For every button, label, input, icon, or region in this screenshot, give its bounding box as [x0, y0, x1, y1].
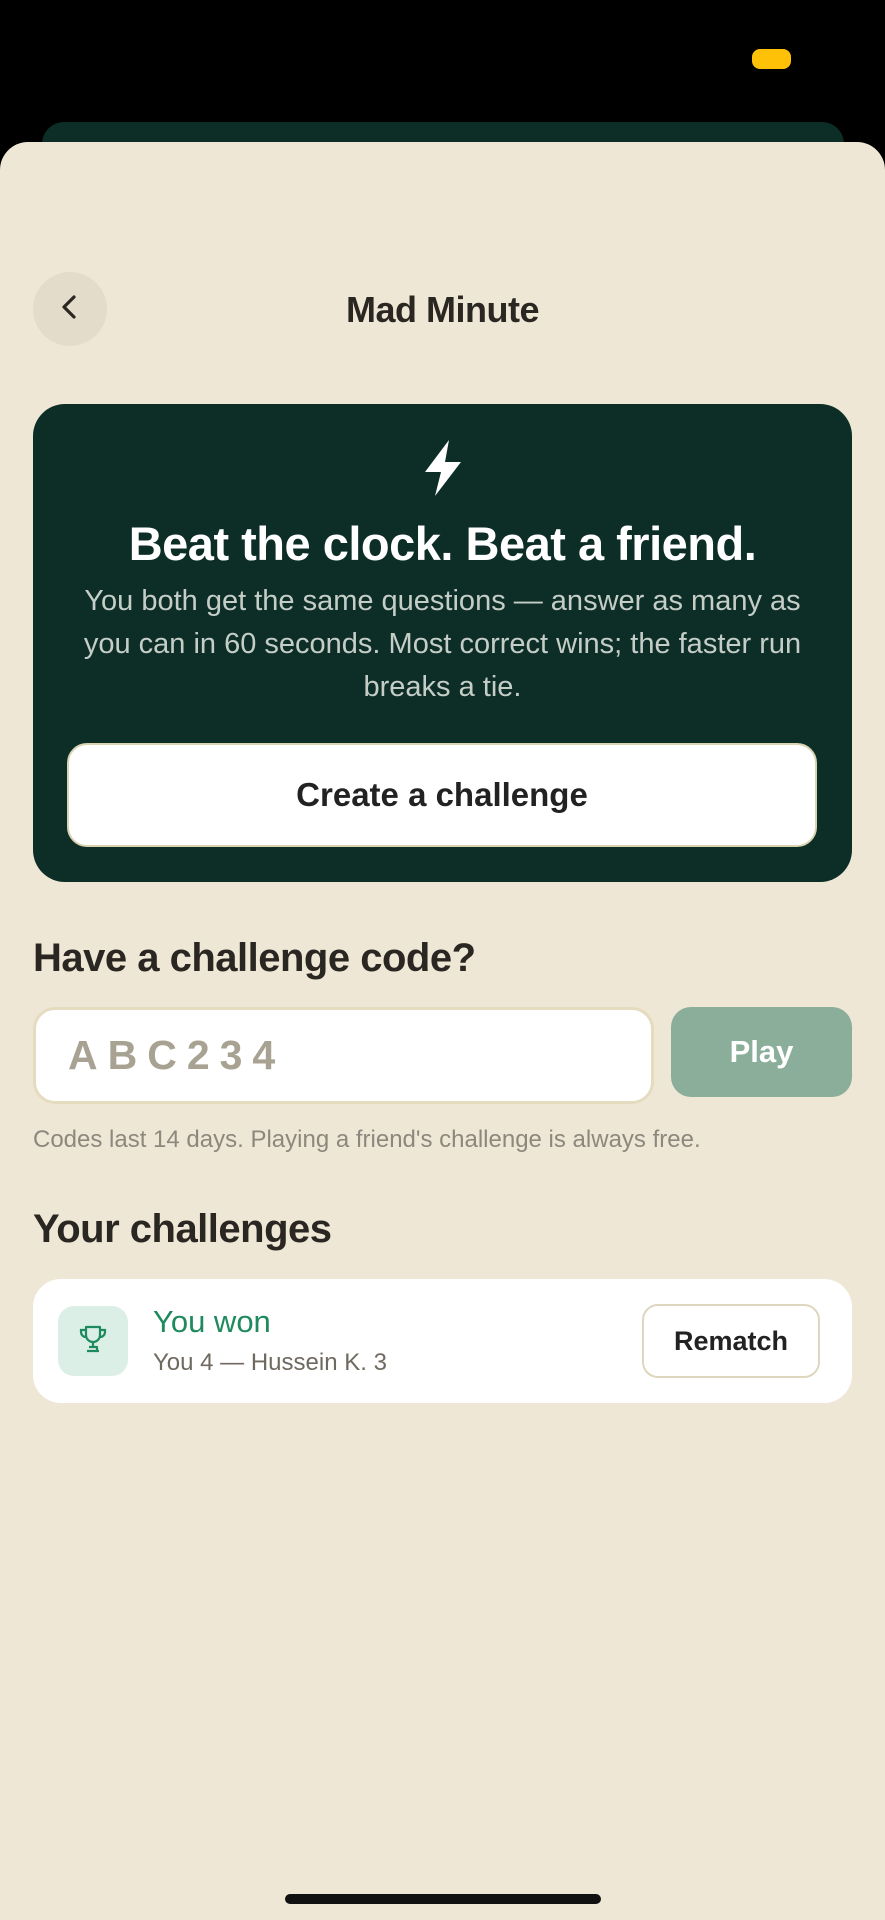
hero-title: Beat the clock. Beat a friend.: [128, 517, 757, 570]
challenge-score: You 4 — Hussein K. 3: [153, 1349, 387, 1376]
lightning-bolt-icon: [419, 438, 467, 498]
trophy-badge: [58, 1306, 128, 1376]
play-button[interactable]: Play: [671, 1007, 852, 1097]
challenge-item[interactable]: You won You 4 — Hussein K. 3 Rematch: [33, 1279, 852, 1403]
screen: Mad Minute Beat the clock. Beat a friend…: [0, 0, 885, 1920]
create-challenge-button[interactable]: Create a challenge: [67, 743, 817, 847]
hero-card: Beat the clock. Beat a friend. You both …: [33, 404, 852, 882]
status-indicator: [752, 49, 791, 69]
hero-description: You both get the same questions — answer…: [83, 585, 802, 703]
home-indicator: [285, 1894, 601, 1904]
page-title: Mad Minute: [346, 289, 539, 330]
challenge-code-input[interactable]: [33, 1007, 654, 1104]
code-hint: Codes last 14 days. Playing a friend's c…: [33, 1126, 701, 1153]
challenge-result: You won: [153, 1304, 271, 1339]
code-section-heading: Have a challenge code?: [33, 936, 476, 980]
rematch-button[interactable]: Rematch: [642, 1304, 820, 1378]
challenges-heading: Your challenges: [33, 1207, 332, 1251]
trophy-icon: [76, 1322, 110, 1361]
